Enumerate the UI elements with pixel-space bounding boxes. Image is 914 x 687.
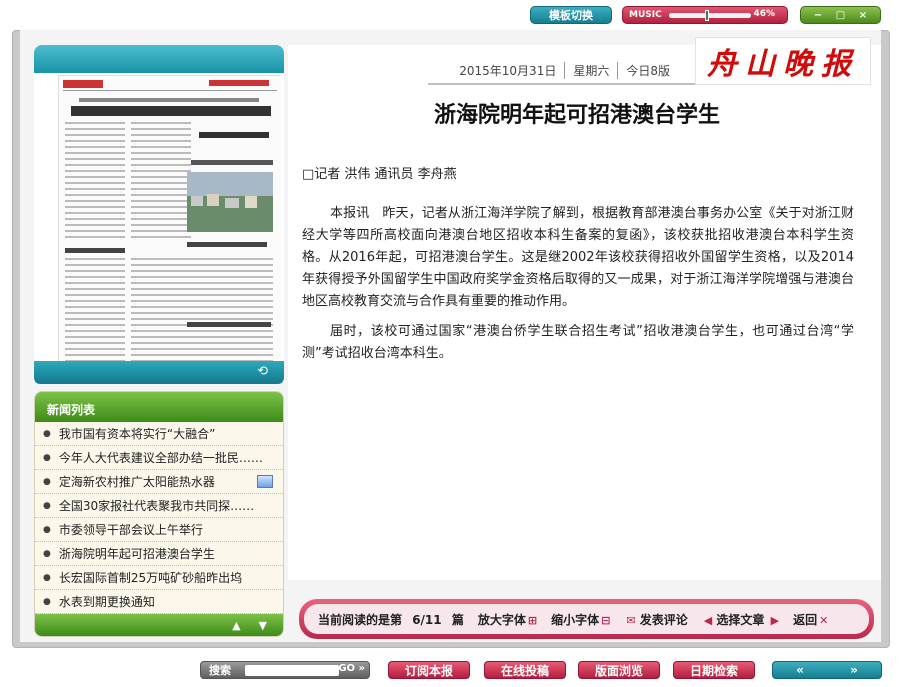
music-label: MUSIC (629, 10, 662, 20)
issue-edition: 今日8版 (626, 63, 670, 78)
refresh-icon[interactable]: ⟲ (257, 364, 268, 379)
music-volume-knob[interactable] (704, 10, 709, 21)
news-item[interactable]: ● 市委领导干部会议上午举行 (35, 518, 283, 542)
page-unit: 篇 (451, 612, 464, 627)
article-headline: 浙海院明年起可招港澳台学生 (433, 102, 720, 128)
newspaper-page-preview (59, 76, 281, 383)
minimize-icon[interactable]: − (814, 10, 822, 21)
newspaper-logo: 舟山晚报 (695, 37, 871, 85)
news-item[interactable]: ● 长宏国际首制25万吨矿砂船昨出坞 (35, 566, 283, 590)
page-thumbnail-panel (34, 45, 284, 383)
back-button[interactable]: 返回 ✕ (793, 611, 828, 628)
close-icon[interactable]: × (859, 10, 867, 21)
news-item-label[interactable]: 水表到期更换通知 (59, 593, 155, 610)
news-item-label[interactable]: 市委领导干部会议上午举行 (59, 521, 203, 538)
news-item-label[interactable]: 全国30家报社代表聚我市共同探…… (59, 497, 254, 514)
news-item[interactable]: ● 今年人大代表建议全部办结一批民…… (35, 446, 283, 470)
scroll-up-icon[interactable]: ▲ (232, 619, 240, 632)
music-percent: 46% (753, 9, 775, 19)
issue-weekday: 星期六 (565, 61, 619, 79)
enlarge-font-button[interactable]: 放大字体 ⊞ (478, 611, 537, 628)
reading-status: 当前阅读的是第 6/11 篇 (318, 611, 464, 628)
thumbnail-header (34, 45, 284, 73)
bullet-icon: ● (43, 524, 51, 535)
enlarge-font-label: 放大字体 (477, 612, 526, 627)
news-item-label[interactable]: 我市国有资本将实行“大融合” (59, 425, 215, 442)
page-navigation: « » (772, 661, 882, 679)
bullet-icon: ● (43, 596, 51, 607)
current-reading-label: 当前阅读的是第 (318, 612, 403, 627)
article-panel: 2015年10月31日 星期六 今日8版 舟山晚报 浙海院明年起可招港澳台学生 … (288, 37, 881, 580)
news-list-panel: 新闻列表 ● 我市国有资本将实行“大融合” ● 今年人大代表建议全部办结一批民…… … (34, 391, 284, 637)
news-list-title: 新闻列表 (35, 392, 283, 422)
article-paragraph: 本报讯 昨天，记者从浙江海洋学院了解到，根据教育部港澳台事务办公室《关于对浙江财… (302, 206, 854, 309)
music-control[interactable]: MUSIC 46% (622, 6, 788, 24)
previous-icon[interactable]: « (796, 663, 804, 677)
window-controls: − □ × (800, 6, 881, 24)
layout-browse-button[interactable]: 版面浏览 (578, 661, 660, 679)
date-search-button[interactable]: 日期检索 (673, 661, 755, 679)
reading-toolbar: 当前阅读的是第 6/11 篇 放大字体 ⊞ 缩小字体 ⊟ ✉ 发表评论 ◀ 选择文章… (299, 599, 874, 639)
search-bar: 搜索 GO » (200, 661, 370, 679)
bullet-icon: ● (43, 452, 51, 463)
select-article-button[interactable]: ◀ 选择文章 ▶ (702, 611, 779, 628)
thumbnail-footer: ⟲ (34, 361, 284, 384)
news-item[interactable]: ● 全国30家报社代表聚我市共同探…… (35, 494, 283, 518)
bullet-icon: ● (43, 428, 51, 439)
subscribe-button[interactable]: 订阅本报 (388, 661, 470, 679)
music-volume-slider[interactable] (669, 10, 751, 21)
news-item[interactable]: ● 水表到期更换通知 (35, 590, 283, 614)
plus-icon: ⊞ (527, 613, 538, 627)
search-input[interactable] (245, 665, 339, 676)
bullet-icon: ● (43, 476, 51, 487)
news-list: ● 我市国有资本将实行“大融合” ● 今年人大代表建议全部办结一批民…… ● 定海新农… (35, 422, 283, 614)
reading-toolbar-inner: 当前阅读的是第 6/11 篇 放大字体 ⊞ 缩小字体 ⊟ ✉ 发表评论 ◀ 选择文章… (304, 604, 869, 634)
news-item-label[interactable]: 浙海院明年起可招港澳台学生 (59, 545, 215, 562)
bullet-icon: ● (43, 572, 51, 583)
article-paragraph: 届时，该校可通过国家“港澳台侨学生联合招生考试”招收港澳台学生，也可通过台湾“学… (302, 324, 854, 361)
next-icon[interactable]: » (850, 663, 858, 677)
news-item-label[interactable]: 今年人大代表建议全部办结一批民…… (59, 449, 263, 466)
issue-date: 2015年10月31日 (451, 61, 566, 79)
chevron-right-icon: ▶ (770, 613, 780, 627)
bullet-icon: ● (43, 500, 51, 511)
close-icon: ✕ (819, 613, 829, 627)
maximize-icon[interactable]: □ (836, 10, 845, 21)
shrink-font-label: 缩小字体 (551, 612, 600, 627)
news-list-footer: ▲ ▼ (35, 614, 283, 636)
news-item[interactable]: ● 浙海院明年起可招港澳台学生 (35, 542, 283, 566)
template-switch-button[interactable]: 模板切换 (530, 6, 612, 24)
current-page-number: 6/11 (412, 612, 442, 627)
go-label: GO (338, 663, 356, 674)
minus-icon: ⊟ (601, 613, 611, 627)
news-item-label[interactable]: 长宏国际首制25万吨矿砂船昨出坞 (59, 569, 242, 586)
image-icon (257, 475, 273, 488)
comment-button[interactable]: ✉ 发表评论 (624, 611, 687, 628)
select-article-label: 选择文章 (716, 612, 765, 627)
article-byline: □记者 洪伟 通讯员 李舟燕 (302, 167, 457, 182)
submit-online-button[interactable]: 在线投稿 (484, 661, 566, 679)
back-label: 返回 (793, 612, 818, 627)
page-thumbnail[interactable] (58, 75, 281, 383)
search-go-button[interactable]: GO » (338, 663, 365, 674)
news-item[interactable]: ● 定海新农村推广太阳能热水器 (35, 470, 283, 494)
scroll-down-icon[interactable]: ▼ (259, 619, 267, 632)
bullet-icon: ● (43, 548, 51, 559)
news-item[interactable]: ● 我市国有资本将实行“大融合” (35, 422, 283, 446)
comment-label: 发表评论 (639, 612, 688, 627)
news-item-label[interactable]: 定海新农村推广太阳能热水器 (59, 473, 215, 490)
shrink-font-button[interactable]: 缩小字体 ⊟ (551, 611, 610, 628)
chevron-left-icon: ◀ (703, 613, 713, 627)
mail-icon: ✉ (626, 613, 636, 627)
search-label: 搜索 (209, 664, 231, 677)
